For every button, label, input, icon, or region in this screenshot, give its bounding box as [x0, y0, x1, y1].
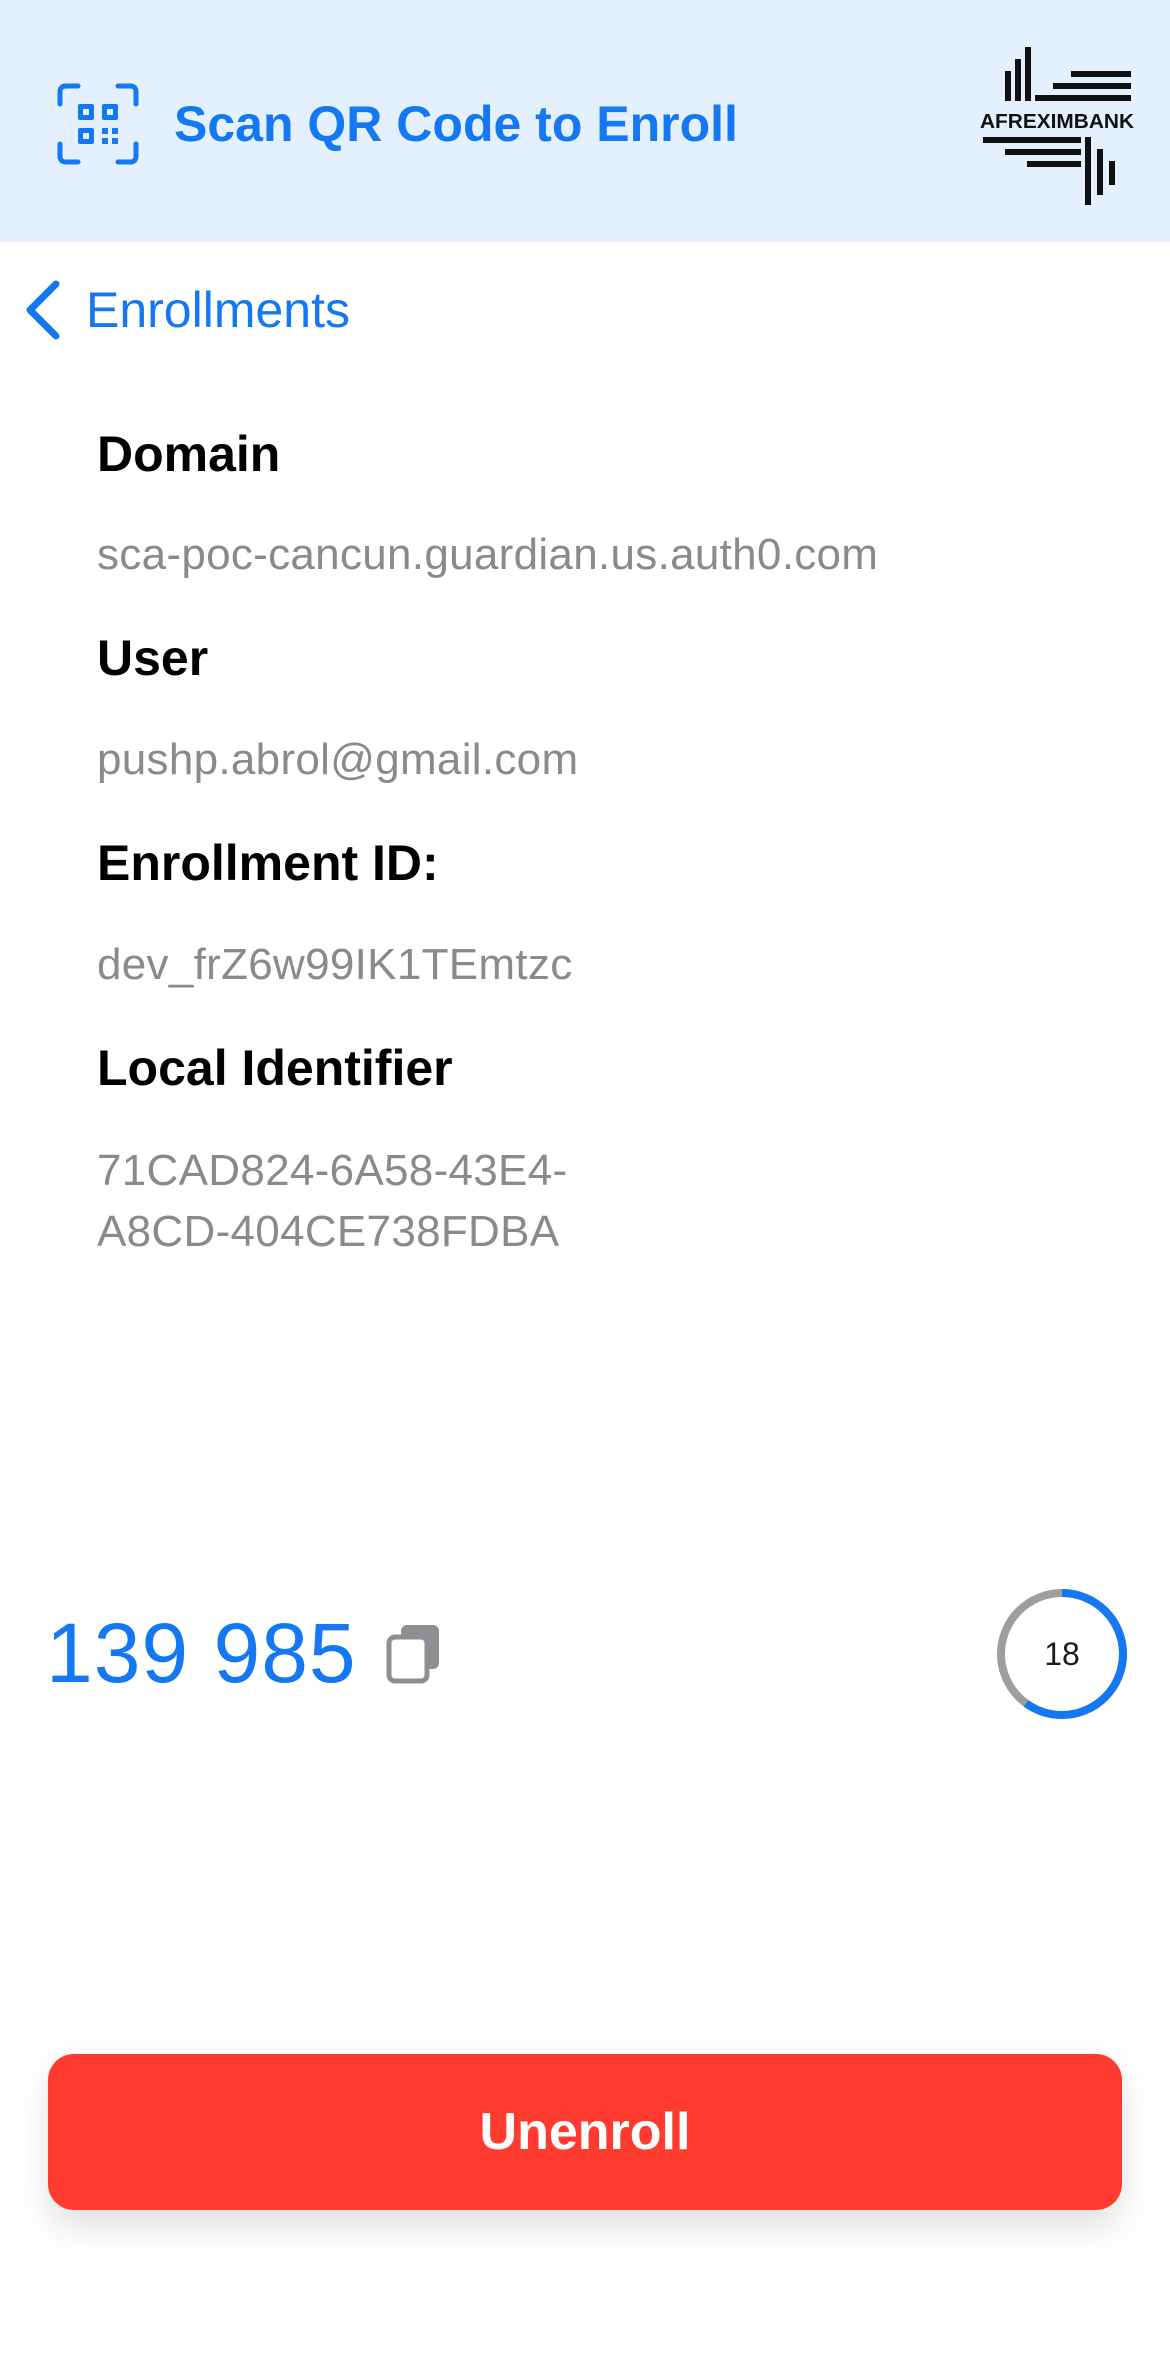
unenroll-button[interactable]: Unenroll [48, 2054, 1122, 2210]
local-identifier-value-line-2: A8CD-404CE738FDBA [97, 1207, 560, 1256]
header-bar: Scan QR Code to Enroll AFREXIMBANK [0, 0, 1170, 242]
back-button[interactable]: Enrollments [22, 272, 350, 348]
logo-text: AFREXIMBANK [980, 111, 1135, 133]
domain-label: Domain [97, 426, 281, 482]
enrollment-id-label: Enrollment ID: [97, 835, 439, 891]
otp-row: 139 985 [46, 1608, 443, 1698]
copy-icon[interactable] [385, 1621, 443, 1685]
otp-code[interactable]: 139 985 [46, 1608, 357, 1698]
qr-scan-icon[interactable] [56, 82, 140, 166]
header-title[interactable]: Scan QR Code to Enroll [174, 92, 738, 156]
enrollment-id-value: dev_frZ6w99IK1TEmtzc [97, 940, 573, 989]
back-label: Enrollments [86, 282, 350, 338]
user-label: User [97, 630, 209, 686]
countdown-timer: 18 [994, 1586, 1130, 1722]
local-identifier-value-line-1: 71CAD824-6A58-43E4- [97, 1146, 568, 1195]
local-identifier-label: Local Identifier [97, 1040, 453, 1096]
user-value: pushp.abrol@gmail.com [97, 735, 579, 784]
timer-seconds: 18 [1044, 1635, 1080, 1672]
afreximbank-logo: AFREXIMBANK [980, 47, 1135, 205]
chevron-left-icon [26, 280, 60, 340]
domain-value: sca-poc-cancun.guardian.us.auth0.com [97, 530, 879, 579]
